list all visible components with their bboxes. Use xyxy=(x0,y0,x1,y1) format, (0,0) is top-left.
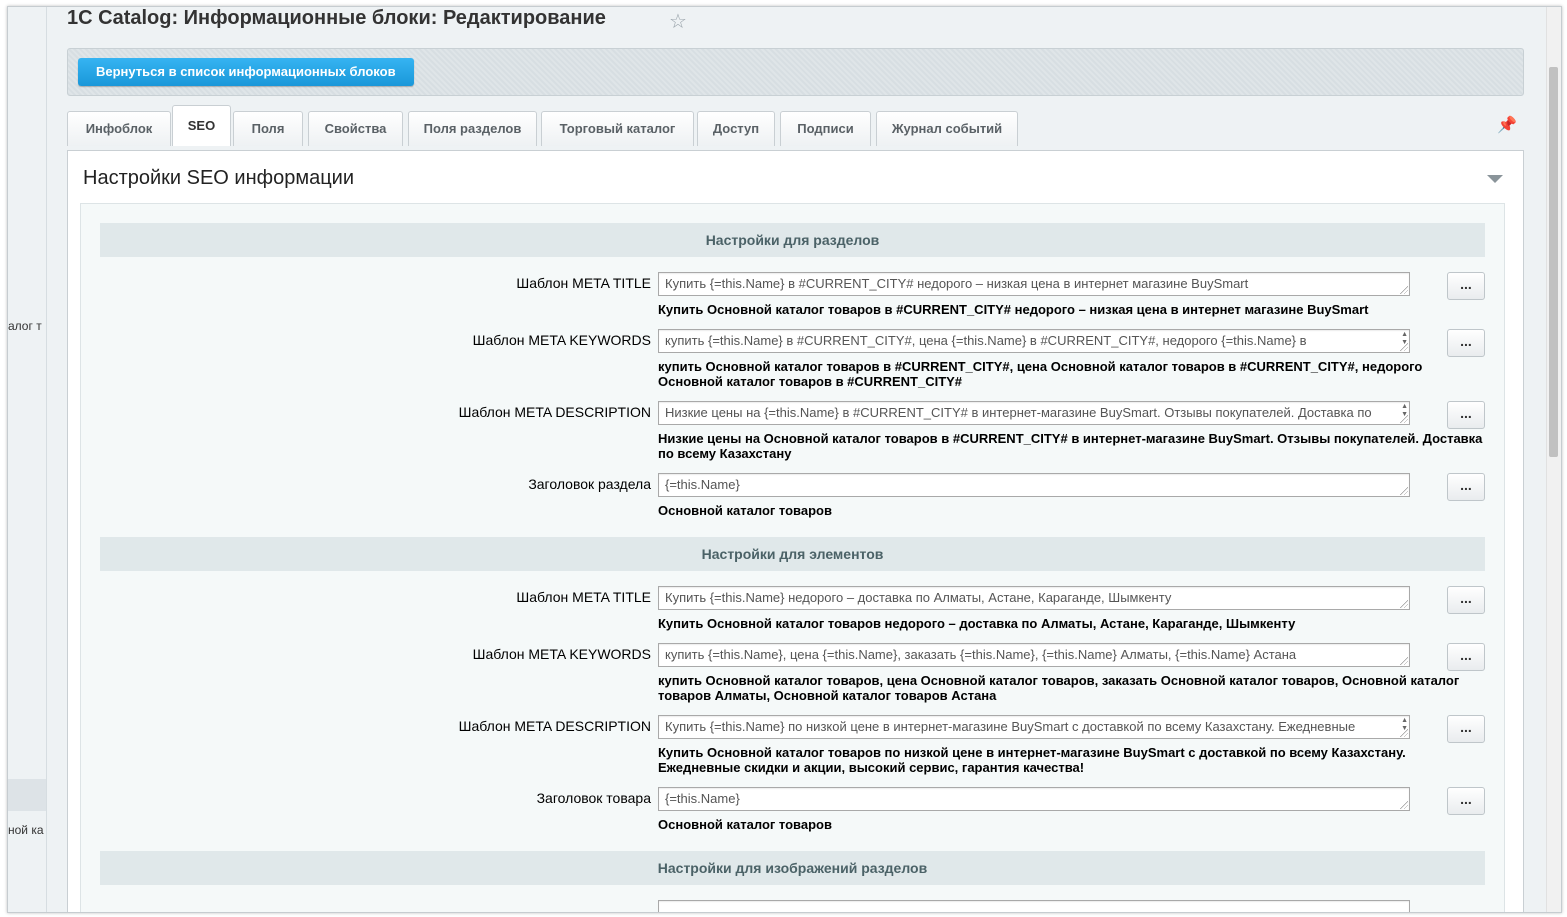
panel-title: Настройки SEO информации xyxy=(83,167,355,189)
template-more-button[interactable]: ... xyxy=(1447,643,1485,671)
back-to-list-button[interactable]: Вернуться в список информационных блоков xyxy=(78,58,414,86)
field-value: {=this.Name} xyxy=(665,791,740,806)
section-header: Настройки для изображений разделов xyxy=(100,851,1485,885)
template-more-button[interactable]: ... xyxy=(1447,401,1485,429)
template-more-button[interactable]: ... xyxy=(1447,715,1485,743)
field-value: {=this.Name} xyxy=(665,477,740,492)
tab-event-log[interactable]: Журнал событий xyxy=(876,111,1018,146)
action-bar: Вернуться в список информационных блоков xyxy=(67,48,1524,96)
element-meta-description-input[interactable]: Купить {=this.Name} по низкой цене в инт… xyxy=(658,715,1410,739)
field-label: Заголовок раздела xyxy=(528,476,651,492)
template-preview: купить Основной каталог товаров, цена Ос… xyxy=(658,673,1460,703)
field-value: Низкие цены на {=this.Name} в #CURRENT_C… xyxy=(665,405,1372,420)
field-label: Шаблон META KEYWORDS xyxy=(472,646,651,662)
seo-settings-area: Настройки для разделов Шаблон META TITLE… xyxy=(80,203,1505,912)
section-header: Настройки для элементов xyxy=(100,537,1485,571)
window-frame: алог т ной ка 1C Catalog: Информационные… xyxy=(7,6,1562,913)
tab-infoblock[interactable]: Инфоблок xyxy=(67,111,171,146)
template-more-button[interactable]: ... xyxy=(1447,272,1485,300)
resize-grip-icon[interactable] xyxy=(1400,343,1408,351)
star-icon[interactable]: ☆ xyxy=(669,9,687,34)
left-panel-highlight xyxy=(8,779,46,811)
resize-grip-icon[interactable] xyxy=(1400,415,1408,423)
tab-fields[interactable]: Поля xyxy=(233,111,303,146)
resize-grip-icon[interactable] xyxy=(1400,801,1408,809)
template-preview: Купить Основной каталог товаров в #CURRE… xyxy=(658,302,1369,317)
resize-grip-icon[interactable] xyxy=(1400,286,1408,294)
page-title: 1C Catalog: Информационные блоки: Редакт… xyxy=(67,7,606,29)
element-meta-keywords-input[interactable]: купить {=this.Name}, цена {=this.Name}, … xyxy=(658,643,1410,667)
resize-grip-icon[interactable] xyxy=(1400,600,1408,608)
resize-grip-icon[interactable] xyxy=(1400,487,1408,495)
field-label: Шаблон META DESCRIPTION xyxy=(458,404,651,420)
resize-grip-icon[interactable] xyxy=(1400,729,1408,737)
collapse-arrow-icon[interactable] xyxy=(1487,175,1503,183)
field-label: Шаблон META TITLE xyxy=(516,275,651,291)
resize-grip-icon[interactable] xyxy=(1400,657,1408,665)
template-preview: Купить Основной каталог товаров недорого… xyxy=(658,616,1296,631)
template-preview: Основной каталог товаров xyxy=(658,503,832,518)
tab-access[interactable]: Доступ xyxy=(697,111,775,146)
left-panel-item[interactable]: алог т xyxy=(8,319,42,333)
field-value: купить {=this.Name}, цена {=this.Name}, … xyxy=(665,647,1297,662)
field-label: Шаблон META DESCRIPTION xyxy=(458,718,651,734)
field-value: купить {=this.Name} в #CURRENT_CITY#, це… xyxy=(665,333,1307,348)
page-scrollbar[interactable] xyxy=(1546,7,1561,912)
left-panel: алог т ной ка xyxy=(8,7,47,912)
template-preview: Основной каталог товаров xyxy=(658,817,832,832)
section-meta-keywords-input[interactable]: купить {=this.Name} в #CURRENT_CITY#, це… xyxy=(658,329,1410,353)
field-label: Заголовок товара xyxy=(536,790,651,806)
section-header: Настройки для разделов xyxy=(100,223,1485,257)
section-meta-title-input[interactable]: Купить {=this.Name} в #CURRENT_CITY# нед… xyxy=(658,272,1410,296)
left-panel-item[interactable]: ной ка xyxy=(8,823,44,837)
template-more-button[interactable]: ... xyxy=(1447,586,1485,614)
template-preview: Низкие цены на Основной каталог товаров … xyxy=(658,431,1483,461)
field-label: Шаблон META TITLE xyxy=(516,589,651,605)
section-image-input[interactable] xyxy=(658,900,1410,912)
element-meta-title-input[interactable]: Купить {=this.Name} недорого – доставка … xyxy=(658,586,1410,610)
section-meta-description-input[interactable]: Низкие цены на {=this.Name} в #CURRENT_C… xyxy=(658,401,1410,425)
template-preview: купить Основной каталог товаров в #CURRE… xyxy=(658,359,1423,389)
tab-captions[interactable]: Подписи xyxy=(780,111,871,146)
field-value: Купить {=this.Name} по низкой цене в инт… xyxy=(665,719,1356,734)
element-heading-input[interactable]: {=this.Name} xyxy=(658,787,1410,811)
field-label: Шаблон META KEYWORDS xyxy=(472,332,651,348)
template-more-button[interactable]: ... xyxy=(1447,787,1485,815)
tab-seo[interactable]: SEO xyxy=(172,105,231,146)
template-more-button[interactable]: ... xyxy=(1447,329,1485,357)
field-value: Купить {=this.Name} в #CURRENT_CITY# нед… xyxy=(665,276,1249,291)
template-preview: Купить Основной каталог товаров по низко… xyxy=(658,745,1406,775)
tab-section-fields[interactable]: Поля разделов xyxy=(408,111,537,146)
field-value: Купить {=this.Name} недорого – доставка … xyxy=(665,590,1172,605)
scrollbar-thumb[interactable] xyxy=(1549,67,1558,457)
section-heading-input[interactable]: {=this.Name} xyxy=(658,473,1410,497)
template-more-button[interactable]: ... xyxy=(1447,473,1485,501)
tab-properties[interactable]: Свойства xyxy=(308,111,403,146)
seo-panel: Настройки SEO информации Настройки для р… xyxy=(67,150,1524,912)
pin-icon[interactable]: 📌 xyxy=(1497,115,1517,135)
tab-trade-catalog[interactable]: Торговый каталог xyxy=(541,111,694,146)
